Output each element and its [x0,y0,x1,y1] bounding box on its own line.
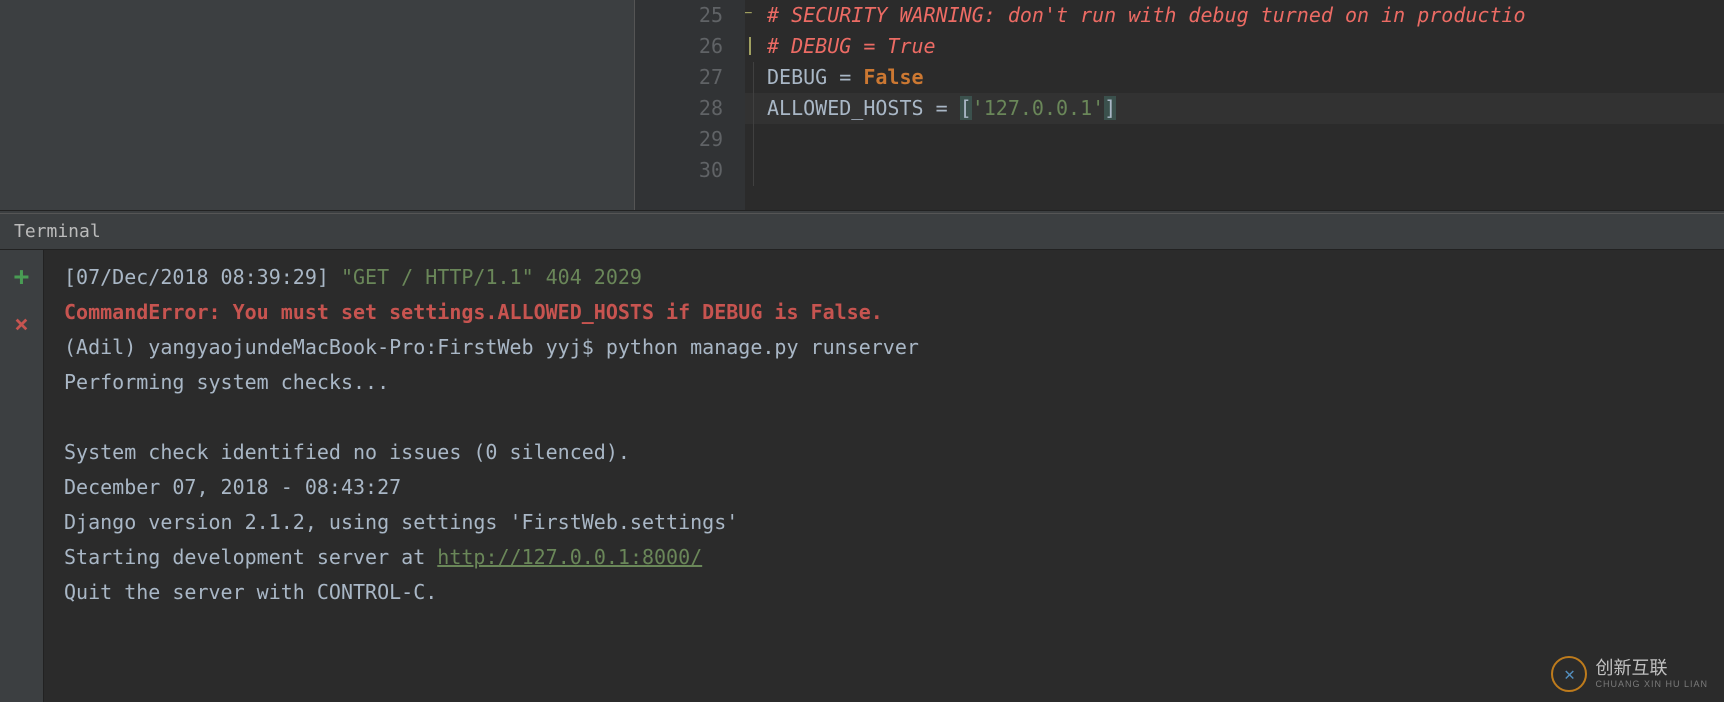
terminal-line: Starting development server at [64,545,437,569]
code-bracket: [ [960,96,972,120]
editor-left-panel [0,0,635,210]
watermark-text: 创新互联 [1595,659,1708,679]
indent-guide [753,124,754,155]
code-line-27[interactable]: DEBUG = False [745,62,1724,93]
code-operator: = [924,96,960,120]
terminal-panel: + × [07/Dec/2018 08:39:29] "GET / HTTP/1… [0,250,1724,702]
terminal-line: Performing system checks... [64,370,389,394]
terminal-line: Django version 2.1.2, using settings 'Fi… [64,510,738,534]
code-area[interactable]: # SECURITY WARNING: don't run with debug… [745,0,1724,210]
code-line-30[interactable] [745,155,1724,186]
close-icon[interactable]: × [14,310,28,338]
indent-guide [753,155,754,186]
editor-content[interactable]: 25 26 27 28 29 30 # SECURITY WARNING: do… [635,0,1724,210]
gutter-line: 27 [635,62,723,93]
code-identifier: ALLOWED_HOSTS [767,96,924,120]
code-bracket: ] [1104,96,1116,120]
gutter-line: 30 [635,155,723,186]
terminal-sidebar: + × [0,250,44,702]
fold-marker-icon[interactable] [749,6,761,24]
watermark-subtext: CHUANG XIN HU LIAN [1595,679,1708,689]
code-line-28[interactable]: ALLOWED_HOSTS = ['127.0.0.1'] [745,93,1724,124]
indent-guide [753,62,754,93]
watermark: ✕ 创新互联 CHUANG XIN HU LIAN [1551,656,1708,692]
watermark-logo-icon: ✕ [1551,656,1587,692]
server-url-link[interactable]: http://127.0.0.1:8000/ [437,545,702,569]
terminal-line: (Adil) yangyaojundeMacBook-Pro:FirstWeb … [64,335,919,359]
gutter-line: 28 [635,93,723,124]
code-line-29[interactable] [745,124,1724,155]
terminal-output[interactable]: [07/Dec/2018 08:39:29] "GET / HTTP/1.1" … [44,250,1724,702]
code-keyword: False [863,65,923,89]
fold-guide-icon [749,37,761,55]
gutter-line: 26 [635,31,723,62]
terminal-line: Quit the server with CONTROL-C. [64,580,437,604]
terminal-line: December 07, 2018 - 08:43:27 [64,475,401,499]
code-comment: # DEBUG = True [767,34,936,58]
terminal-timestamp: [07/Dec/2018 08:39:29] [64,265,329,289]
terminal-tab-label[interactable]: Terminal [14,221,101,242]
indent-guide [753,93,754,124]
terminal-request: "GET / HTTP/1.1" 404 2029 [329,265,642,289]
plus-icon[interactable]: + [14,262,30,292]
editor-area: 25 26 27 28 29 30 # SECURITY WARNING: do… [0,0,1724,210]
line-gutter: 25 26 27 28 29 30 [635,0,745,210]
gutter-line: 29 [635,124,723,155]
code-line-25[interactable]: # SECURITY WARNING: don't run with debug… [745,0,1724,31]
code-operator: = [827,65,863,89]
terminal-tab-bar: Terminal [0,214,1724,250]
code-identifier: DEBUG [767,65,827,89]
code-comment: # SECURITY WARNING: don't run with debug… [767,3,1526,27]
terminal-error: CommandError: You must set settings.ALLO… [64,300,883,324]
terminal-line: System check identified no issues (0 sil… [64,440,630,464]
gutter-line: 25 [635,0,723,31]
code-string: '127.0.0.1' [972,96,1104,120]
code-line-26[interactable]: # DEBUG = True [745,31,1724,62]
